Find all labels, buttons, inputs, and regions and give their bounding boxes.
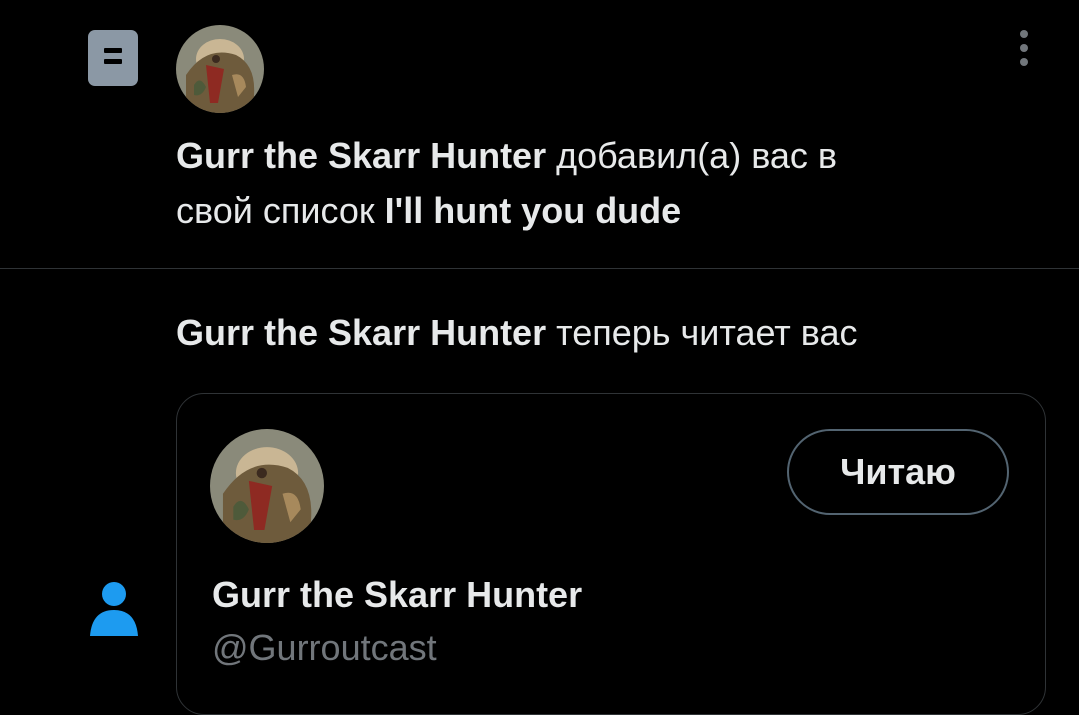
notification-action-text: теперь читает вас	[556, 312, 858, 353]
more-options-icon[interactable]	[1014, 30, 1034, 66]
card-user-handle[interactable]: @Gurroutcast	[212, 627, 437, 669]
user-name-link[interactable]: Gurr the Skarr Hunter	[176, 312, 546, 353]
avatar[interactable]	[210, 429, 324, 543]
following-button[interactable]: Читаю	[787, 429, 1009, 515]
card-user-name[interactable]: Gurr the Skarr Hunter	[212, 574, 582, 616]
avatar[interactable]	[176, 25, 264, 113]
person-icon	[88, 580, 140, 636]
notification-action-text: свой список	[176, 190, 375, 231]
list-icon	[88, 30, 138, 86]
notification-text: Gurr the Skarr Hunter добавил(а) вас в с…	[176, 128, 837, 238]
notification-action-text: добавил(а) вас в	[556, 135, 838, 176]
list-name-link[interactable]: I'll hunt you dude	[385, 190, 682, 231]
notification-list-added[interactable]: Gurr the Skarr Hunter добавил(а) вас в с…	[0, 0, 1079, 269]
notification-text: Gurr the Skarr Hunter теперь читает вас	[176, 305, 858, 360]
user-card[interactable]: Читаю Gurr the Skarr Hunter @Gurroutcast	[176, 393, 1046, 715]
user-name-link[interactable]: Gurr the Skarr Hunter	[176, 135, 546, 176]
